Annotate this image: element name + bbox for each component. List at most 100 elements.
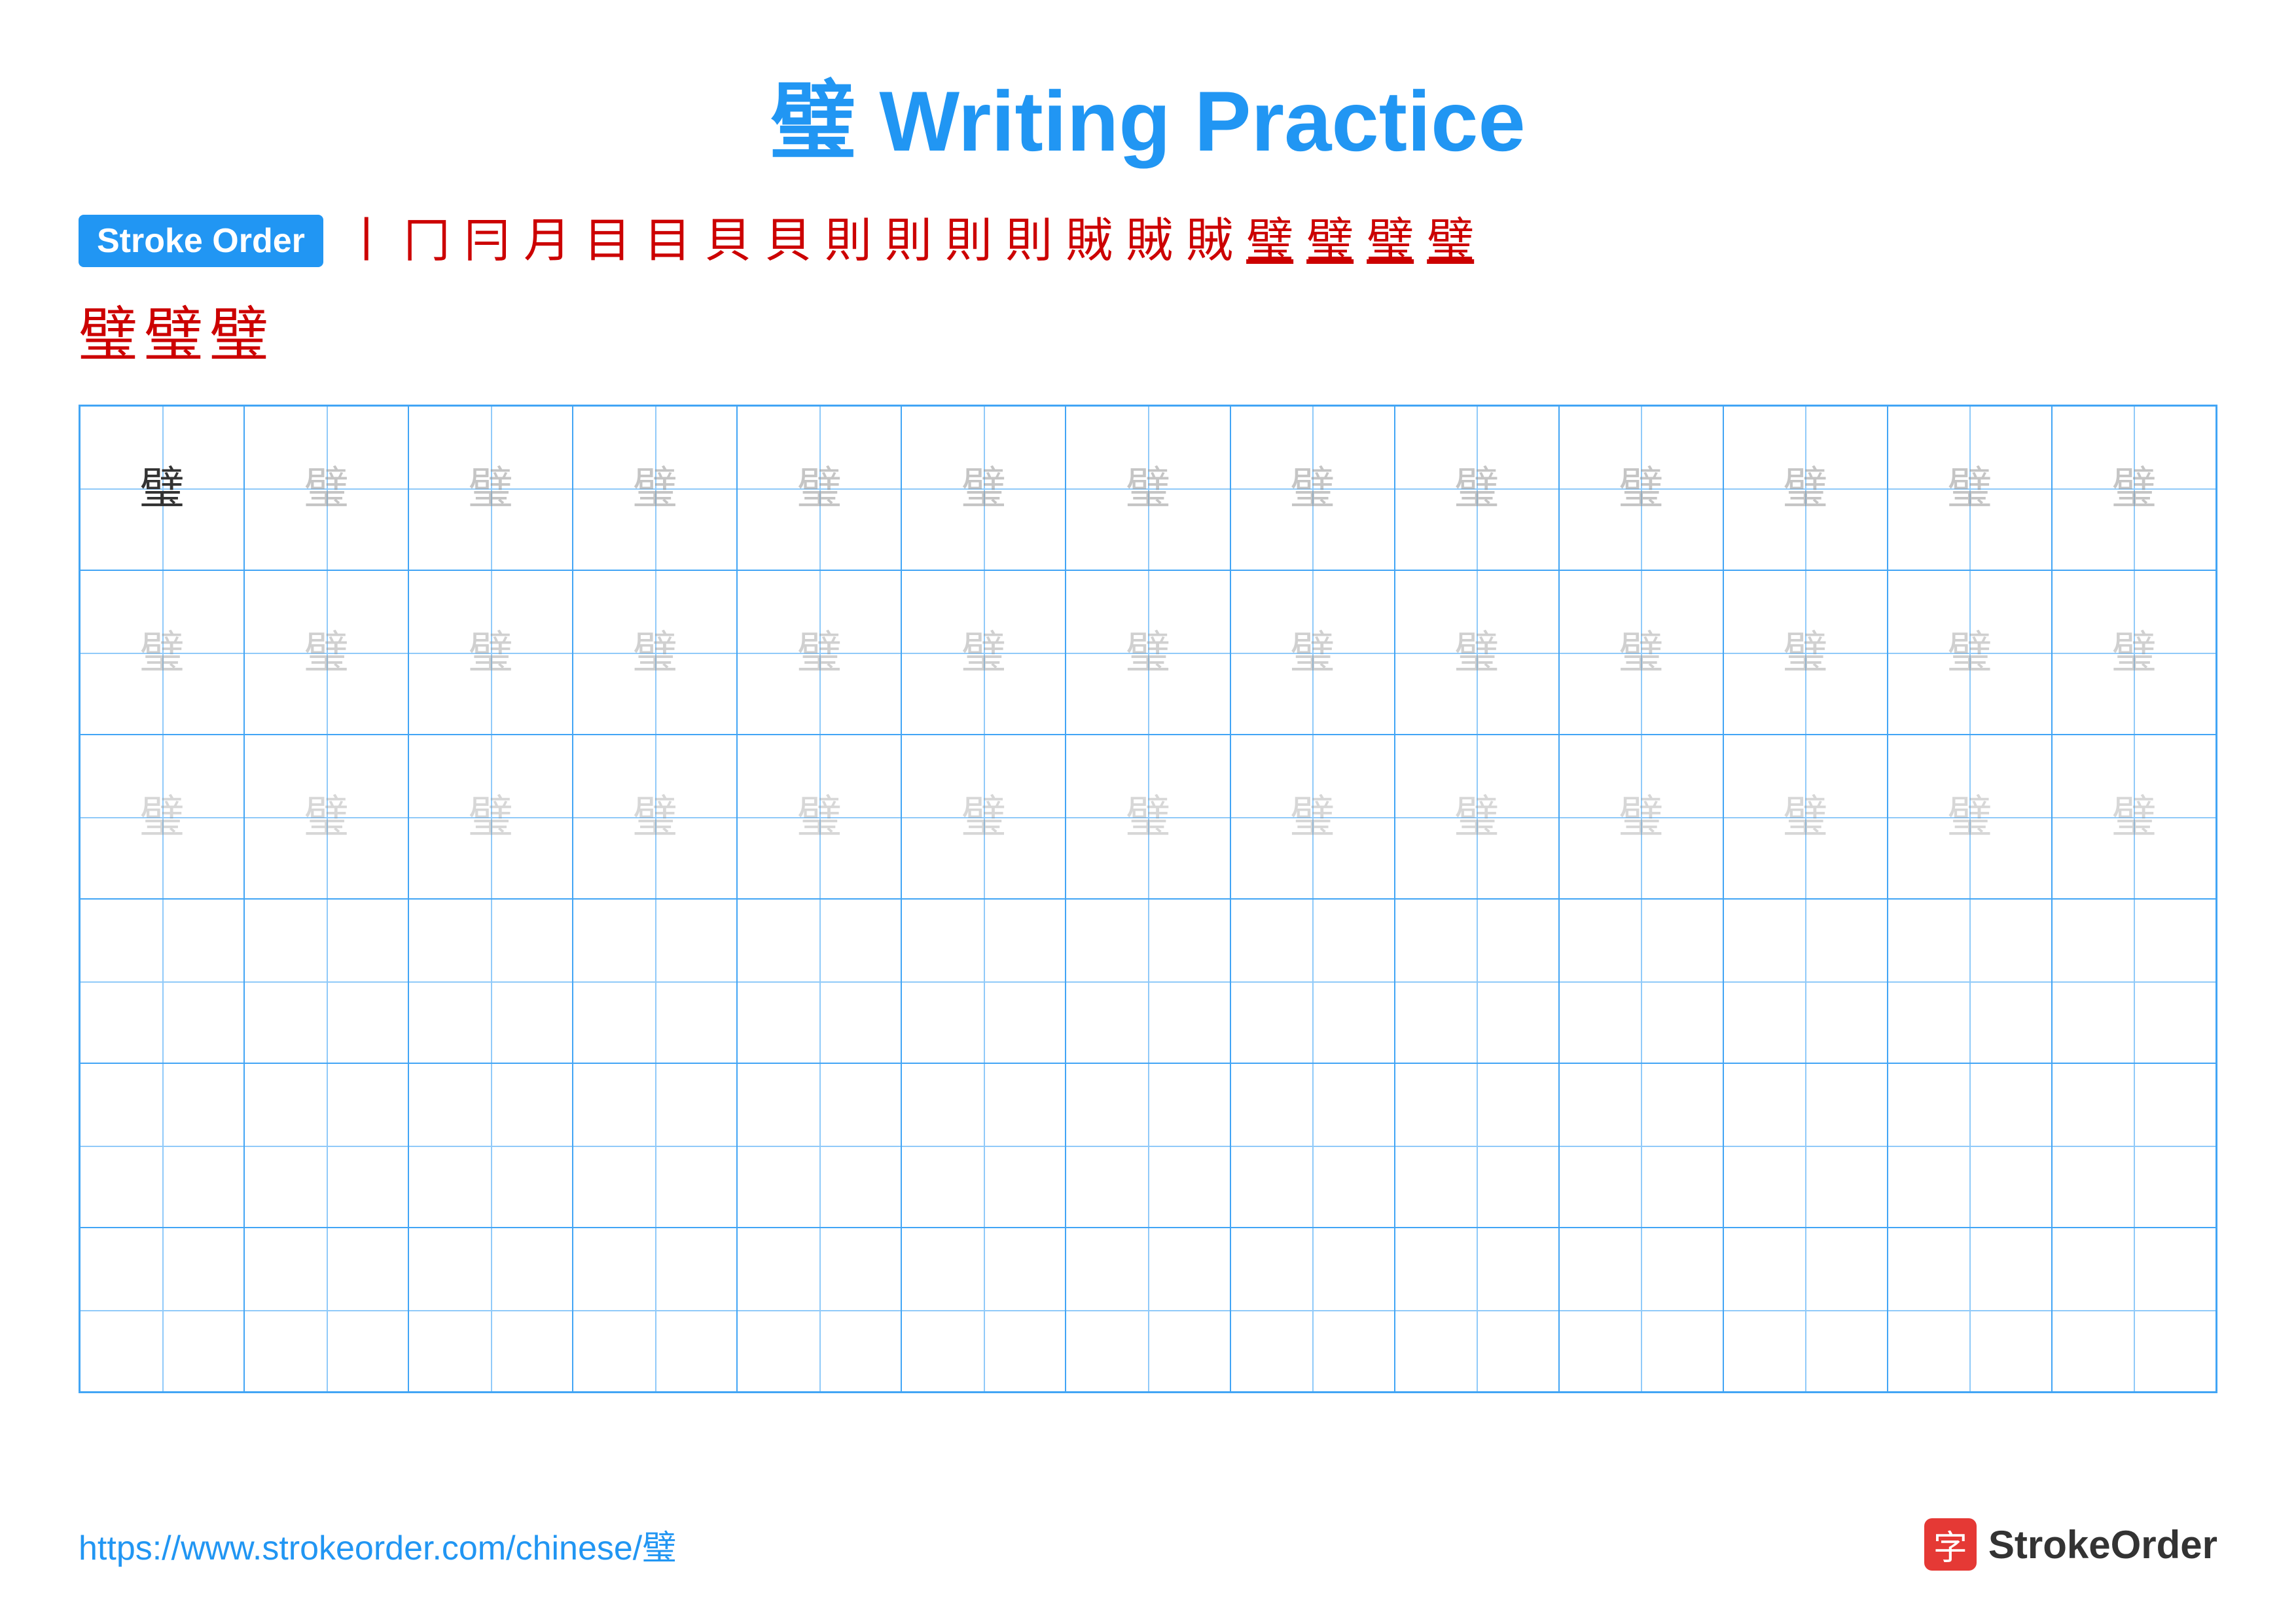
grid-cell-r1c7[interactable]: 璧 [1066,406,1230,570]
grid-cell-r2c4[interactable]: 璧 [573,570,737,735]
grid-cell-r2c3[interactable]: 璧 [408,570,573,735]
grid-cell-r4c11[interactable] [1723,899,1888,1063]
grid-cell-r6c5[interactable] [737,1228,901,1392]
grid-cell-r4c8[interactable] [1230,899,1395,1063]
practice-char: 璧 [2111,795,2156,839]
grid-cell-r2c6[interactable]: 璧 [901,570,1066,735]
grid-cell-r6c10[interactable] [1559,1228,1723,1392]
grid-cell-r4c3[interactable] [408,899,573,1063]
grid-cell-r4c1[interactable] [80,899,244,1063]
grid-cell-r2c13[interactable]: 璧 [2052,570,2216,735]
grid-cell-r3c9[interactable]: 璧 [1395,735,1559,899]
grid-cell-r2c1[interactable]: 璧 [80,570,244,735]
grid-cell-r1c6[interactable]: 璧 [901,406,1066,570]
full-char-1: 璧 [79,287,137,372]
practice-char: 璧 [797,630,842,675]
grid-cell-r3c2[interactable]: 璧 [244,735,408,899]
grid-cell-r2c12[interactable]: 璧 [1888,570,2052,735]
grid-cell-r3c10[interactable]: 璧 [1559,735,1723,899]
grid-cell-r1c8[interactable]: 璧 [1230,406,1395,570]
grid-cell-r6c13[interactable] [2052,1228,2216,1392]
grid-cell-r4c2[interactable] [244,899,408,1063]
stroke-17: 璧 [1306,217,1354,264]
grid-cell-r4c12[interactable] [1888,899,2052,1063]
grid-cell-r1c1[interactable]: 璧 [80,406,244,570]
grid-cell-r5c6[interactable] [901,1063,1066,1228]
practice-char: 璧 [2111,630,2156,675]
grid-cell-r5c10[interactable] [1559,1063,1723,1228]
grid-cell-r4c5[interactable] [737,899,901,1063]
grid-cell-r5c7[interactable] [1066,1063,1230,1228]
grid-cell-r5c4[interactable] [573,1063,737,1228]
grid-cell-r6c7[interactable] [1066,1228,1230,1392]
grid-cell-r6c1[interactable] [80,1228,244,1392]
grid-cell-r3c12[interactable]: 璧 [1888,735,2052,899]
grid-cell-r3c13[interactable]: 璧 [2052,735,2216,899]
logo-char: 字 [1933,1520,1967,1569]
grid-cell-r3c4[interactable]: 璧 [573,735,737,899]
grid-cell-r6c3[interactable] [408,1228,573,1392]
grid-cell-r2c8[interactable]: 璧 [1230,570,1395,735]
grid-cell-r3c8[interactable]: 璧 [1230,735,1395,899]
grid-cell-r4c7[interactable] [1066,899,1230,1063]
title-area: 璧 Writing Practice [79,52,2217,175]
stroke-5: 目 [584,217,631,264]
grid-cell-r4c6[interactable] [901,899,1066,1063]
grid-cell-r4c10[interactable] [1559,899,1723,1063]
grid-cell-r5c5[interactable] [737,1063,901,1228]
grid-cell-r5c11[interactable] [1723,1063,1888,1228]
practice-char: 璧 [1454,630,1499,675]
grid-cell-r1c5[interactable]: 璧 [737,406,901,570]
grid-cell-r6c11[interactable] [1723,1228,1888,1392]
grid-cell-r2c11[interactable]: 璧 [1723,570,1888,735]
grid-cell-r6c12[interactable] [1888,1228,2052,1392]
grid-cell-r3c3[interactable]: 璧 [408,735,573,899]
grid-cell-r1c13[interactable]: 璧 [2052,406,2216,570]
grid-cell-r3c1[interactable]: 璧 [80,735,244,899]
grid-cell-r6c9[interactable] [1395,1228,1559,1392]
grid-cell-r5c3[interactable] [408,1063,573,1228]
logo-icon: 字 [1924,1518,1977,1571]
grid-cell-r4c4[interactable] [573,899,737,1063]
grid-cell-r5c8[interactable] [1230,1063,1395,1228]
practice-char: 璧 [469,466,513,511]
grid-cell-r2c7[interactable]: 璧 [1066,570,1230,735]
grid-cell-r5c13[interactable] [2052,1063,2216,1228]
grid-cell-r5c9[interactable] [1395,1063,1559,1228]
title-chinese-char: 璧 [770,73,855,169]
stroke-3: 冃 [463,217,511,264]
grid-cell-r2c9[interactable]: 璧 [1395,570,1559,735]
grid-cell-r6c8[interactable] [1230,1228,1395,1392]
full-char-3: 璧 [209,287,268,372]
grid-cell-r5c1[interactable] [80,1063,244,1228]
grid-cell-r2c2[interactable]: 璧 [244,570,408,735]
grid-cell-r3c7[interactable]: 璧 [1066,735,1230,899]
grid-cell-r1c9[interactable]: 璧 [1395,406,1559,570]
grid-cell-r6c2[interactable] [244,1228,408,1392]
practice-char: 璧 [1947,466,1992,511]
grid-cell-r1c12[interactable]: 璧 [1888,406,2052,570]
grid-cell-r3c6[interactable]: 璧 [901,735,1066,899]
grid-cell-r1c10[interactable]: 璧 [1559,406,1723,570]
page-title: 璧 Writing Practice [770,73,1525,169]
footer-url[interactable]: https://www.strokeorder.com/chinese/璧 [79,1520,676,1569]
practice-char: 璧 [1126,795,1170,839]
grid-cell-r4c13[interactable] [2052,899,2216,1063]
grid-cell-r1c3[interactable]: 璧 [408,406,573,570]
grid-cell-r1c11[interactable]: 璧 [1723,406,1888,570]
grid-cell-r3c5[interactable]: 璧 [737,735,901,899]
grid-cell-r5c2[interactable] [244,1063,408,1228]
grid-cell-r6c4[interactable] [573,1228,737,1392]
stroke-order-row: Stroke Order 丨 冂 冃 月 目 目 貝 貝 則 則 則 則 賊 賊… [79,215,2217,267]
grid-cell-r1c4[interactable]: 璧 [573,406,737,570]
grid-cell-r3c11[interactable]: 璧 [1723,735,1888,899]
grid-cell-r5c12[interactable] [1888,1063,2052,1228]
practice-grid[interactable]: 璧 璧 璧 璧 璧 璧 璧 璧 璧 璧 璧 璧 璧 璧 璧 璧 璧 璧 璧 璧 … [79,405,2217,1393]
practice-char: 璧 [1947,630,1992,675]
grid-cell-r1c2[interactable]: 璧 [244,406,408,570]
grid-cell-r6c6[interactable] [901,1228,1066,1392]
grid-cell-r2c10[interactable]: 璧 [1559,570,1723,735]
grid-cell-r4c9[interactable] [1395,899,1559,1063]
grid-cell-r2c5[interactable]: 璧 [737,570,901,735]
stroke-2: 冂 [403,217,450,264]
